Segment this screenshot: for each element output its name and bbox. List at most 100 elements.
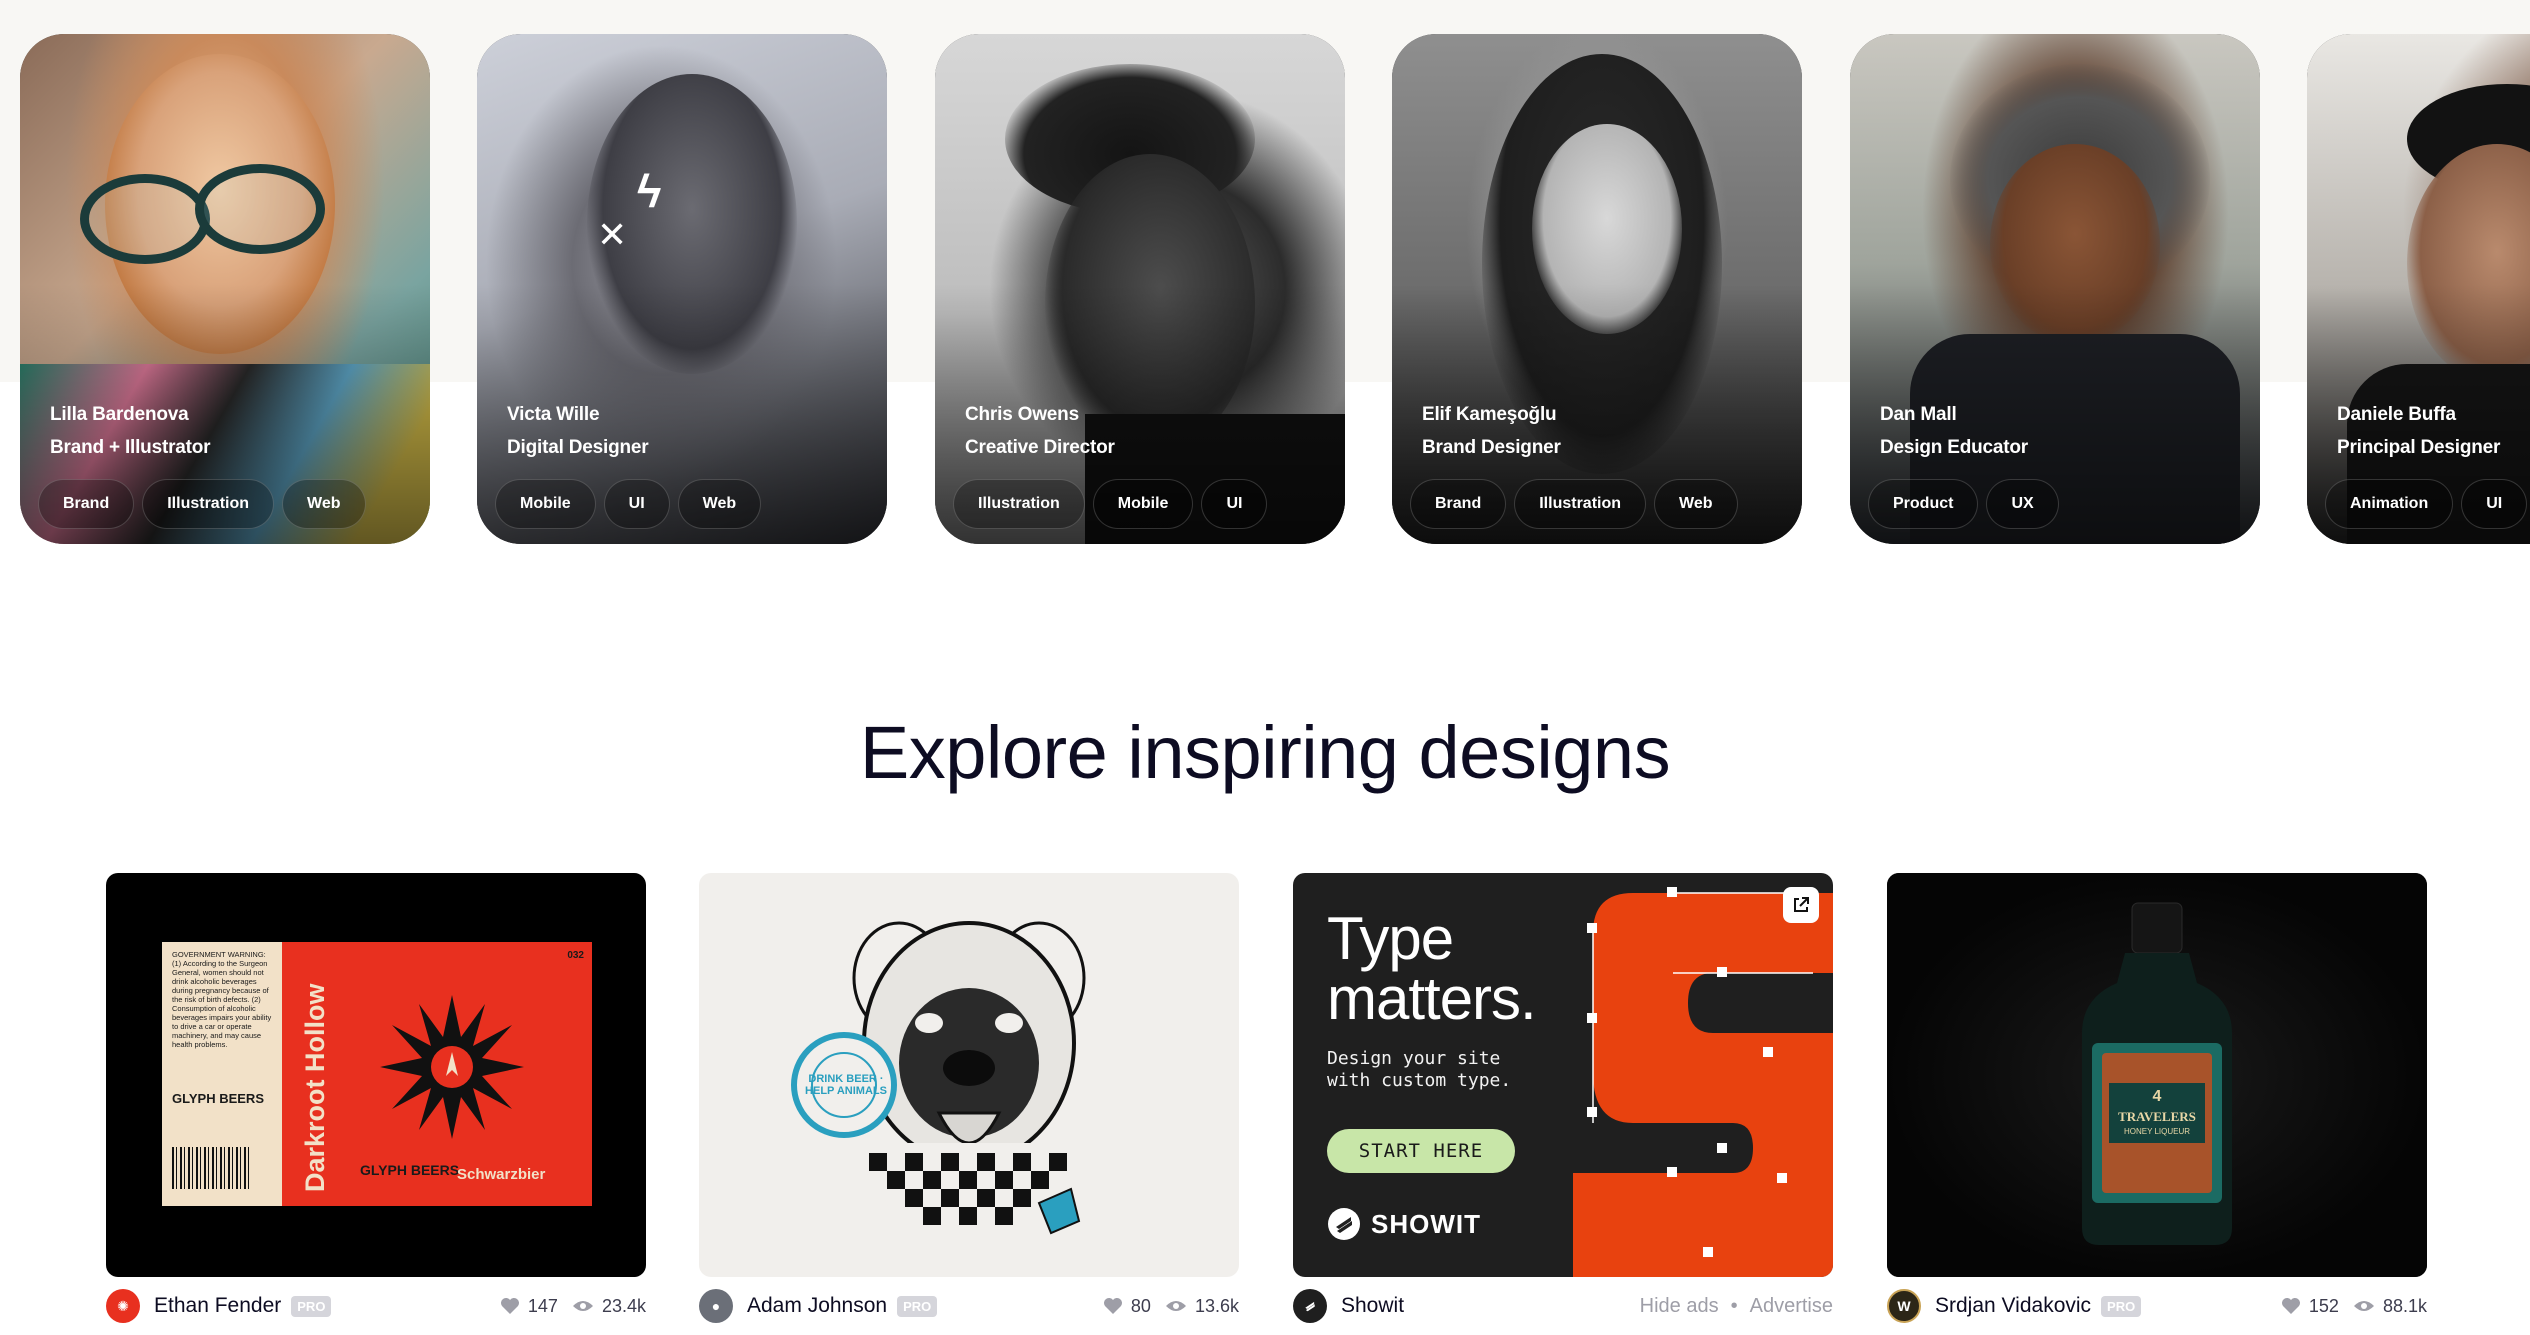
shot-meta: Showit Hide ads • Advertise [1293,1286,1833,1326]
tag-chip[interactable]: UI [2461,479,2528,529]
tag-chip[interactable]: Animation [2325,479,2454,529]
tag-chip[interactable]: Illustration [1514,479,1647,529]
pro-badge: PRO [291,1295,332,1317]
warning-text: GOVERNMENT WARNING: (1) According to the… [172,950,272,1049]
external-link-icon[interactable] [1783,887,1819,923]
avatar[interactable] [1293,1289,1327,1323]
designer-name[interactable]: Lilla Bardenova [50,404,189,426]
tag-chip[interactable]: UX [1986,479,2059,529]
designer-card[interactable]: Chris Owens Creative Director Illustrati… [935,34,1345,544]
eye-icon [572,1301,593,1311]
shot-meta: ● Adam Johnson PRO 80 13.6k [699,1286,1239,1326]
hide-ads-link[interactable]: Hide ads [1640,1295,1719,1318]
ad-thumbnail[interactable]: Type matters. Design your site with cust… [1293,873,1833,1277]
shot-thumbnail[interactable]: 4 TRAVELERS HONEY LIQUEUR [1887,873,2427,1277]
designer-tags: Product UX [1868,479,2059,529]
designer-carousel: Lilla Bardenova Brand + Illustrator Bran… [0,34,2530,544]
pro-badge: PRO [897,1295,938,1317]
designer-name[interactable]: Dan Mall [1880,404,1957,426]
designer-role: Creative Director [965,437,1115,458]
tag-chip[interactable]: Web [282,479,366,529]
shot-stats: 152 88.1k [2281,1296,2427,1317]
shot-meta: W Srdjan Vidakovic PRO 152 88.1k [1887,1286,2427,1326]
heart-icon[interactable] [500,1297,520,1315]
tag-chip[interactable]: Brand [1410,479,1507,529]
starburst-icon [380,995,524,1139]
beer-label-artwork: GOVERNMENT WARNING: (1) According to the… [162,942,592,1206]
designer-name[interactable]: Daniele Buffa [2337,404,2456,426]
designer-role: Design Educator [1880,437,2028,458]
showit-icon [1305,1301,1315,1312]
ad-sub-line2: with custom type. [1327,1070,1512,1091]
brand-text: GLYPH BEERS [360,1162,460,1178]
tag-chip[interactable]: Brand [38,479,135,529]
showit-icon [1328,1208,1360,1240]
tag-chip[interactable]: Illustration [142,479,275,529]
designer-name[interactable]: Chris Owens [965,404,1079,426]
designer-name[interactable]: Victa Wille [507,404,600,426]
designer-tags: Brand Illustration Web [38,479,366,529]
tag-chip[interactable]: Mobile [1092,479,1194,529]
author-name[interactable]: Adam Johnson [747,1294,887,1318]
eye-icon [1165,1301,1186,1311]
heart-icon[interactable] [1103,1297,1123,1315]
shot-stats: 147 23.4k [500,1296,646,1317]
eye-icon [2353,1301,2374,1311]
tag-chip[interactable]: Illustration [953,479,1085,529]
shot-meta: ✺ Ethan Fender PRO 147 23.4k [106,1286,646,1326]
style-text: Schwarzbier [457,1166,546,1183]
ad-sub-line1: Design your site [1327,1048,1501,1069]
designer-card[interactable]: Dan Mall Design Educator Product UX [1850,34,2260,544]
dog-illustration [791,921,1086,1253]
stamp-text: DRINK BEER · HELP ANIMALS [805,1073,887,1097]
likes-count: 152 [2308,1295,2339,1316]
tag-chip[interactable]: Product [1868,479,1979,529]
designer-role: Brand Designer [1422,437,1561,458]
label-title: Darkroot Hollow [300,983,330,1192]
likes-count: 147 [527,1295,558,1316]
likes-count: 80 [1130,1295,1151,1316]
designer-card[interactable]: Elif Kameşoğlu Brand Designer Brand Illu… [1392,34,1802,544]
views-count: 88.1k [2382,1295,2427,1316]
ad-links: Hide ads • Advertise [1640,1295,1833,1318]
section-heading: Explore inspiring designs [859,711,1671,794]
designer-role: Brand + Illustrator [50,437,211,458]
shot-stats: 80 13.6k [1103,1296,1239,1317]
author-name[interactable]: Srdjan Vidakovic [1935,1294,2091,1318]
designer-name[interactable]: Elif Kameşoğlu [1422,404,1557,426]
brand-text: GLYPH BEERS [172,1091,264,1106]
designer-role: Digital Designer [507,437,649,458]
tag-chip[interactable]: Web [1654,479,1738,529]
views-count: 23.4k [601,1295,646,1316]
author-name[interactable]: Ethan Fender [154,1294,281,1318]
heart-icon[interactable] [2281,1297,2301,1315]
tag-chip[interactable]: Web [677,479,762,529]
avatar[interactable]: ✺ [106,1289,140,1323]
views-count: 13.6k [1194,1295,1239,1316]
label-number: 032 [567,950,584,961]
pro-badge: PRO [2101,1295,2142,1317]
showit-logo: SHOWIT [1327,1207,1481,1241]
bottle-label-sub: HONEY LIQUEUR [2123,1127,2191,1136]
tag-chip[interactable]: UI [1201,479,1268,529]
designer-card[interactable]: ϟ ✕ Victa Wille Digital Designer Mobile … [477,34,887,544]
tag-chip[interactable]: UI [603,479,670,529]
ad-headline-line2: matters. [1327,965,1537,1032]
bottle-label-number: 4 [2152,1088,2162,1105]
author-name[interactable]: Showit [1341,1294,1404,1318]
avatar[interactable]: W [1887,1289,1921,1323]
shot-thumbnail[interactable]: GOVERNMENT WARNING: (1) According to the… [106,873,646,1277]
barcode [172,1147,250,1189]
avatar[interactable]: ● [699,1289,733,1323]
designer-tags: Illustration Mobile UI [953,479,1268,529]
ad-headline-line1: Type [1327,905,1454,972]
designer-card[interactable]: Lilla Bardenova Brand + Illustrator Bran… [20,34,430,544]
shot-thumbnail[interactable]: DRINK BEER · HELP ANIMALS [699,873,1239,1277]
designer-card[interactable]: Daniele Buffa Principal Designer Animati… [2307,34,2530,544]
designer-tags: Animation UI [2325,479,2528,529]
tag-chip[interactable]: Mobile [495,479,596,529]
designer-tags: Mobile UI Web [495,479,762,529]
start-here-button[interactable]: START HERE [1327,1129,1515,1173]
showit-brand-text: SHOWIT [1371,1208,1481,1239]
advertise-link[interactable]: Advertise [1750,1295,1833,1318]
